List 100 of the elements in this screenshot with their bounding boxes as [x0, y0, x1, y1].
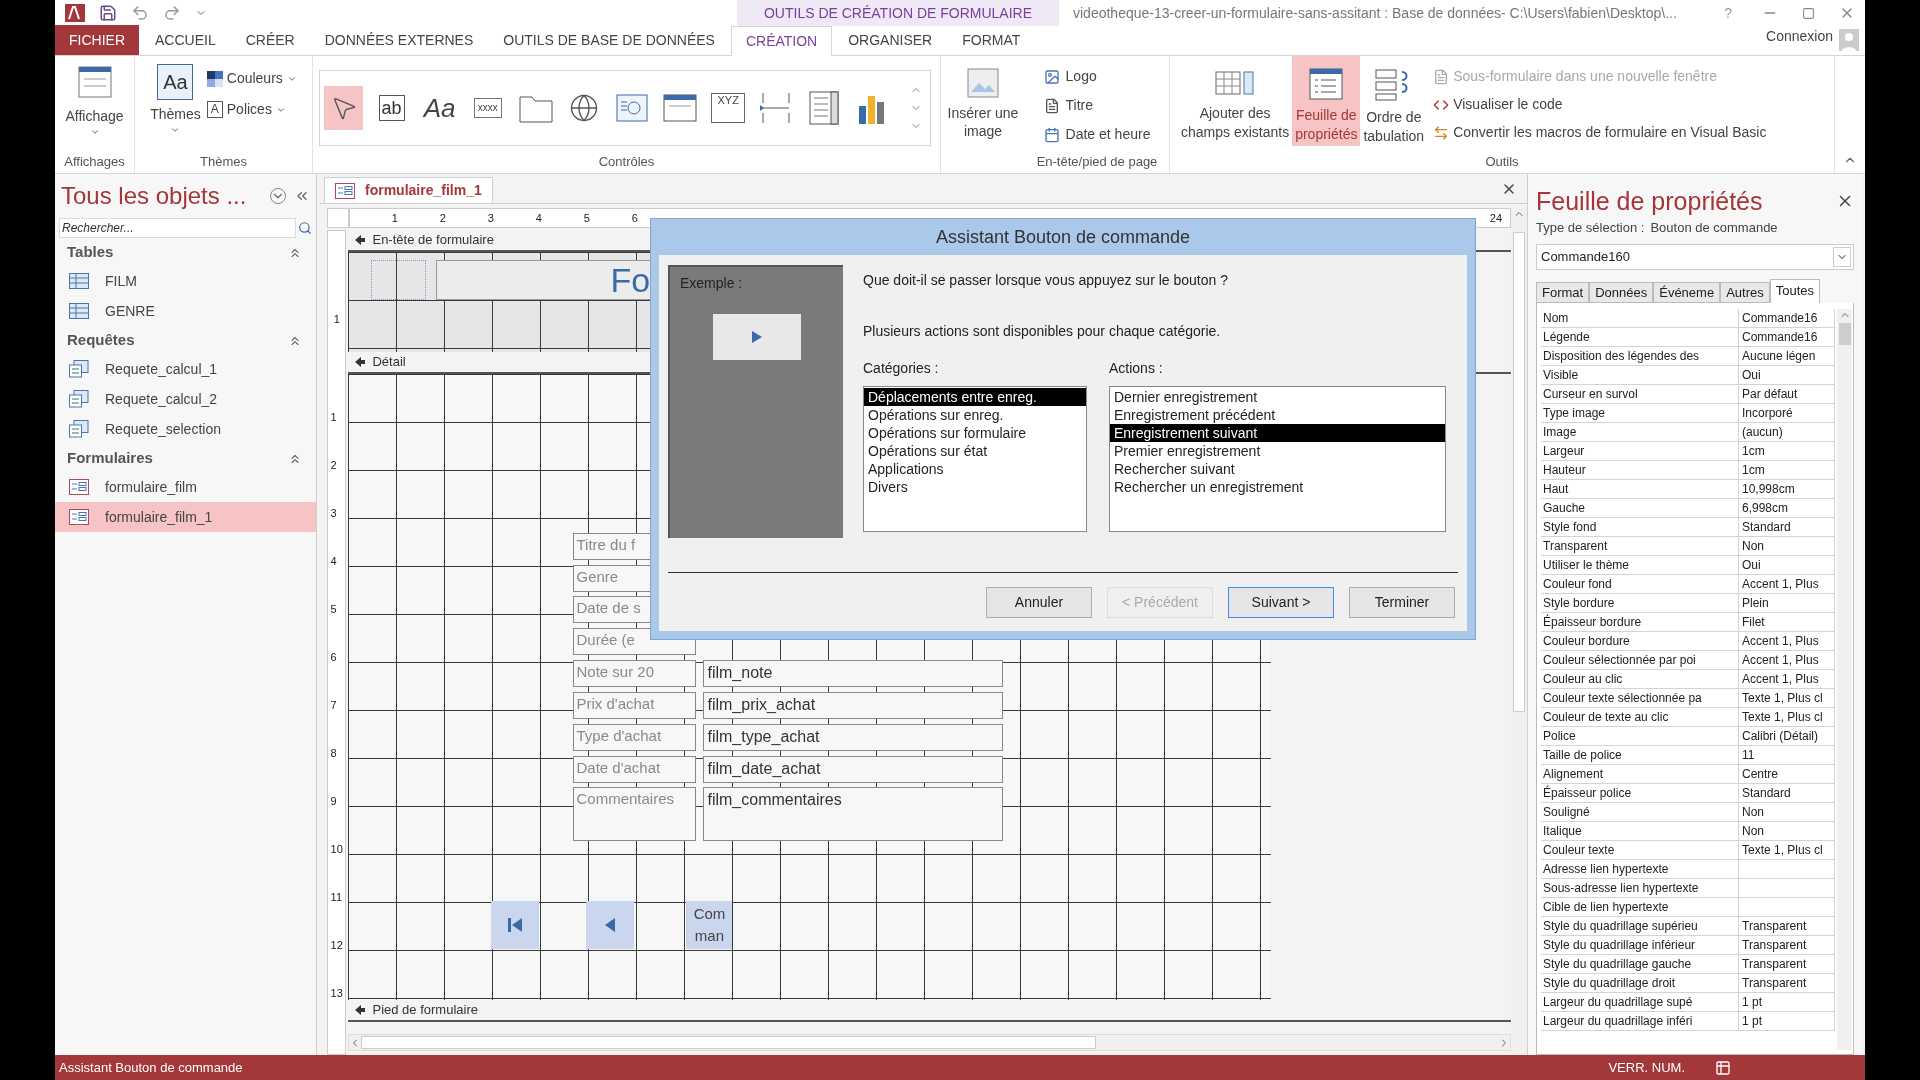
document-tab[interactable]: formulaire_film_1 — [324, 177, 493, 203]
property-value[interactable]: Accent 1, Plus — [1739, 574, 1835, 593]
colors-button[interactable]: Couleurs — [206, 68, 297, 89]
nav-item[interactable]: formulaire_film — [55, 472, 316, 502]
ribbon-tab[interactable]: DONNÉES EXTERNES — [310, 25, 488, 55]
property-value[interactable]: Transparent — [1739, 916, 1835, 935]
nav-item[interactable]: FILM — [55, 266, 316, 296]
sheet-tab[interactable]: Format — [1536, 281, 1590, 303]
ribbon-tab[interactable]: CRÉATION — [730, 26, 833, 56]
text-box-tool[interactable]: ab — [372, 86, 412, 130]
nav-item[interactable]: Requete_calcul_1 — [55, 354, 316, 384]
property-value[interactable]: (aucun) — [1739, 422, 1835, 441]
header-footer-button[interactable]: Date et heure — [1043, 124, 1151, 145]
property-value[interactable]: 1cm — [1739, 441, 1835, 460]
property-value[interactable]: Commande16 — [1739, 308, 1835, 327]
tool-link[interactable]: Convertir les macros de formulaire en Visual Basic — [1433, 122, 1767, 143]
redo-icon[interactable] — [163, 4, 181, 22]
horizontal-scrollbar[interactable] — [348, 1034, 1512, 1051]
property-value[interactable]: Texte 1, Plus cl — [1739, 707, 1835, 726]
header-footer-button[interactable]: Logo — [1043, 66, 1151, 87]
list-box[interactable]: Dernier enregistrement Enregistrement précédent Enregistrement suivant Premier enregistrement Rechercher suivant Rechercher un enregistrement — [1109, 386, 1446, 532]
view-button[interactable]: Affichage — [65, 56, 124, 154]
list-item[interactable]: Opérations sur formulaire — [864, 424, 1086, 442]
sign-in-link[interactable]: Connexion — [1766, 26, 1833, 47]
list-box[interactable]: Déplacements entre enreg. Opérations sur enreg. Opérations sur formulaire Opérations sur état Applications Divers — [863, 386, 1087, 532]
pointer-tool[interactable] — [324, 86, 364, 130]
search-field[interactable]: Rechercher... — [59, 218, 296, 238]
sheet-tab[interactable]: Autres — [1720, 281, 1770, 303]
command-button[interactable]: Com man — [686, 901, 733, 949]
insert-image-button[interactable]: Insérer une image — [947, 56, 1019, 154]
list-item[interactable]: Premier enregistrement — [1110, 442, 1445, 460]
text-box[interactable]: film_type_achat — [703, 724, 1004, 751]
ribbon-tab[interactable]: FORMAT — [948, 25, 1035, 55]
property-value[interactable]: Standard — [1739, 517, 1835, 536]
search-icon[interactable] — [298, 221, 312, 235]
property-value[interactable]: Texte 1, Plus cl — [1739, 840, 1835, 859]
property-value[interactable]: 1 pt — [1739, 1011, 1835, 1030]
nav-item[interactable]: Requete_selection — [55, 414, 316, 444]
nav-item[interactable]: GENRE — [55, 296, 316, 326]
property-value[interactable]: Standard — [1739, 783, 1835, 802]
nav-item[interactable]: Requete_calcul_2 — [55, 384, 316, 414]
scroll-thumb[interactable] — [1838, 322, 1851, 345]
list-item[interactable]: Rechercher suivant — [1110, 460, 1445, 478]
property-value[interactable]: Calibri (Détail) — [1739, 726, 1835, 745]
property-value[interactable]: Accent 1, Plus — [1739, 650, 1835, 669]
view-mode-icon[interactable] — [1715, 1059, 1731, 1076]
fonts-button[interactable]: A Polices — [206, 99, 297, 120]
list-item[interactable]: Dernier enregistrement — [1110, 388, 1445, 406]
ruler-corner[interactable] — [327, 208, 349, 228]
restore-icon[interactable] — [1802, 6, 1815, 20]
property-value[interactable]: Texte 1, Plus cl — [1739, 688, 1835, 707]
navigation-button[interactable] — [491, 901, 540, 949]
ribbon-tab[interactable]: FICHIER — [55, 25, 139, 55]
property-value[interactable]: Par défaut — [1739, 384, 1835, 403]
themes-button[interactable]: Aa Thèmes — [150, 64, 201, 154]
ribbon-tab[interactable]: ACCUEIL — [141, 25, 230, 55]
label-tool[interactable]: Aa — [420, 86, 460, 130]
property-value[interactable]: Filet — [1739, 612, 1835, 631]
list-item[interactable]: Rechercher un enregistrement — [1110, 478, 1445, 496]
text-box[interactable]: film_commentaires — [703, 787, 1004, 841]
text-box[interactable]: film_prix_achat — [703, 692, 1004, 719]
nav-item[interactable]: formulaire_film_1 — [55, 502, 316, 532]
text-box[interactable]: film_note — [703, 660, 1004, 687]
list-item[interactable]: Enregistrement suivant — [1110, 424, 1445, 442]
dialog-button[interactable]: Suivant > — [1228, 587, 1334, 618]
ribbon-tab[interactable]: ORGANISER — [834, 25, 947, 55]
header-footer-button[interactable]: Titre — [1043, 95, 1151, 116]
text-box[interactable]: film_date_achat — [703, 756, 1004, 783]
button-tool[interactable]: xxxx — [468, 86, 508, 130]
tool-button[interactable]: Feuille de propriétés — [1292, 56, 1361, 146]
ribbon-tab[interactable]: CRÉER — [231, 25, 309, 55]
tool-button[interactable]: Ordre de tabulation — [1360, 56, 1428, 146]
property-value[interactable]: 1 pt — [1739, 992, 1835, 1011]
property-value[interactable]: 11 — [1739, 745, 1835, 764]
list-item[interactable]: Divers — [864, 478, 1086, 496]
list-item[interactable]: Déplacements entre enreg. — [864, 388, 1086, 406]
list-item[interactable]: Opérations sur état — [864, 442, 1086, 460]
property-value[interactable]: 10,998cm — [1739, 479, 1835, 498]
property-value[interactable]: Transparent — [1739, 954, 1835, 973]
property-value[interactable]: 6,998cm — [1739, 498, 1835, 517]
property-value[interactable]: Non — [1739, 821, 1835, 840]
property-value[interactable]: Transparent — [1739, 935, 1835, 954]
property-value[interactable]: Oui — [1739, 365, 1835, 384]
property-value[interactable]: 1cm — [1739, 460, 1835, 479]
tool-link[interactable]: Visualiser le code — [1433, 94, 1767, 115]
property-value[interactable]: Accent 1, Plus — [1739, 669, 1835, 688]
save-icon[interactable] — [99, 4, 117, 22]
sheet-tab[interactable]: Événeme — [1653, 281, 1721, 303]
group-header[interactable]: Requêtes — [67, 329, 135, 352]
dialog-button[interactable]: Annuler — [986, 587, 1092, 618]
ribbon-tab[interactable]: OUTILS DE BASE DE DONNÉES — [489, 25, 729, 55]
group-header[interactable]: Tables — [67, 241, 114, 264]
property-value[interactable]: Non — [1739, 536, 1835, 555]
dialog-button[interactable]: Terminer — [1349, 587, 1455, 618]
property-value[interactable]: Commande16 — [1739, 327, 1835, 346]
property-value[interactable]: Plein — [1739, 593, 1835, 612]
property-value[interactable]: Incorporé — [1739, 403, 1835, 422]
sheet-tab[interactable]: Toutes — [1769, 278, 1821, 303]
undo-icon[interactable] — [131, 4, 149, 22]
list-item[interactable]: Opérations sur enreg. — [864, 406, 1086, 424]
